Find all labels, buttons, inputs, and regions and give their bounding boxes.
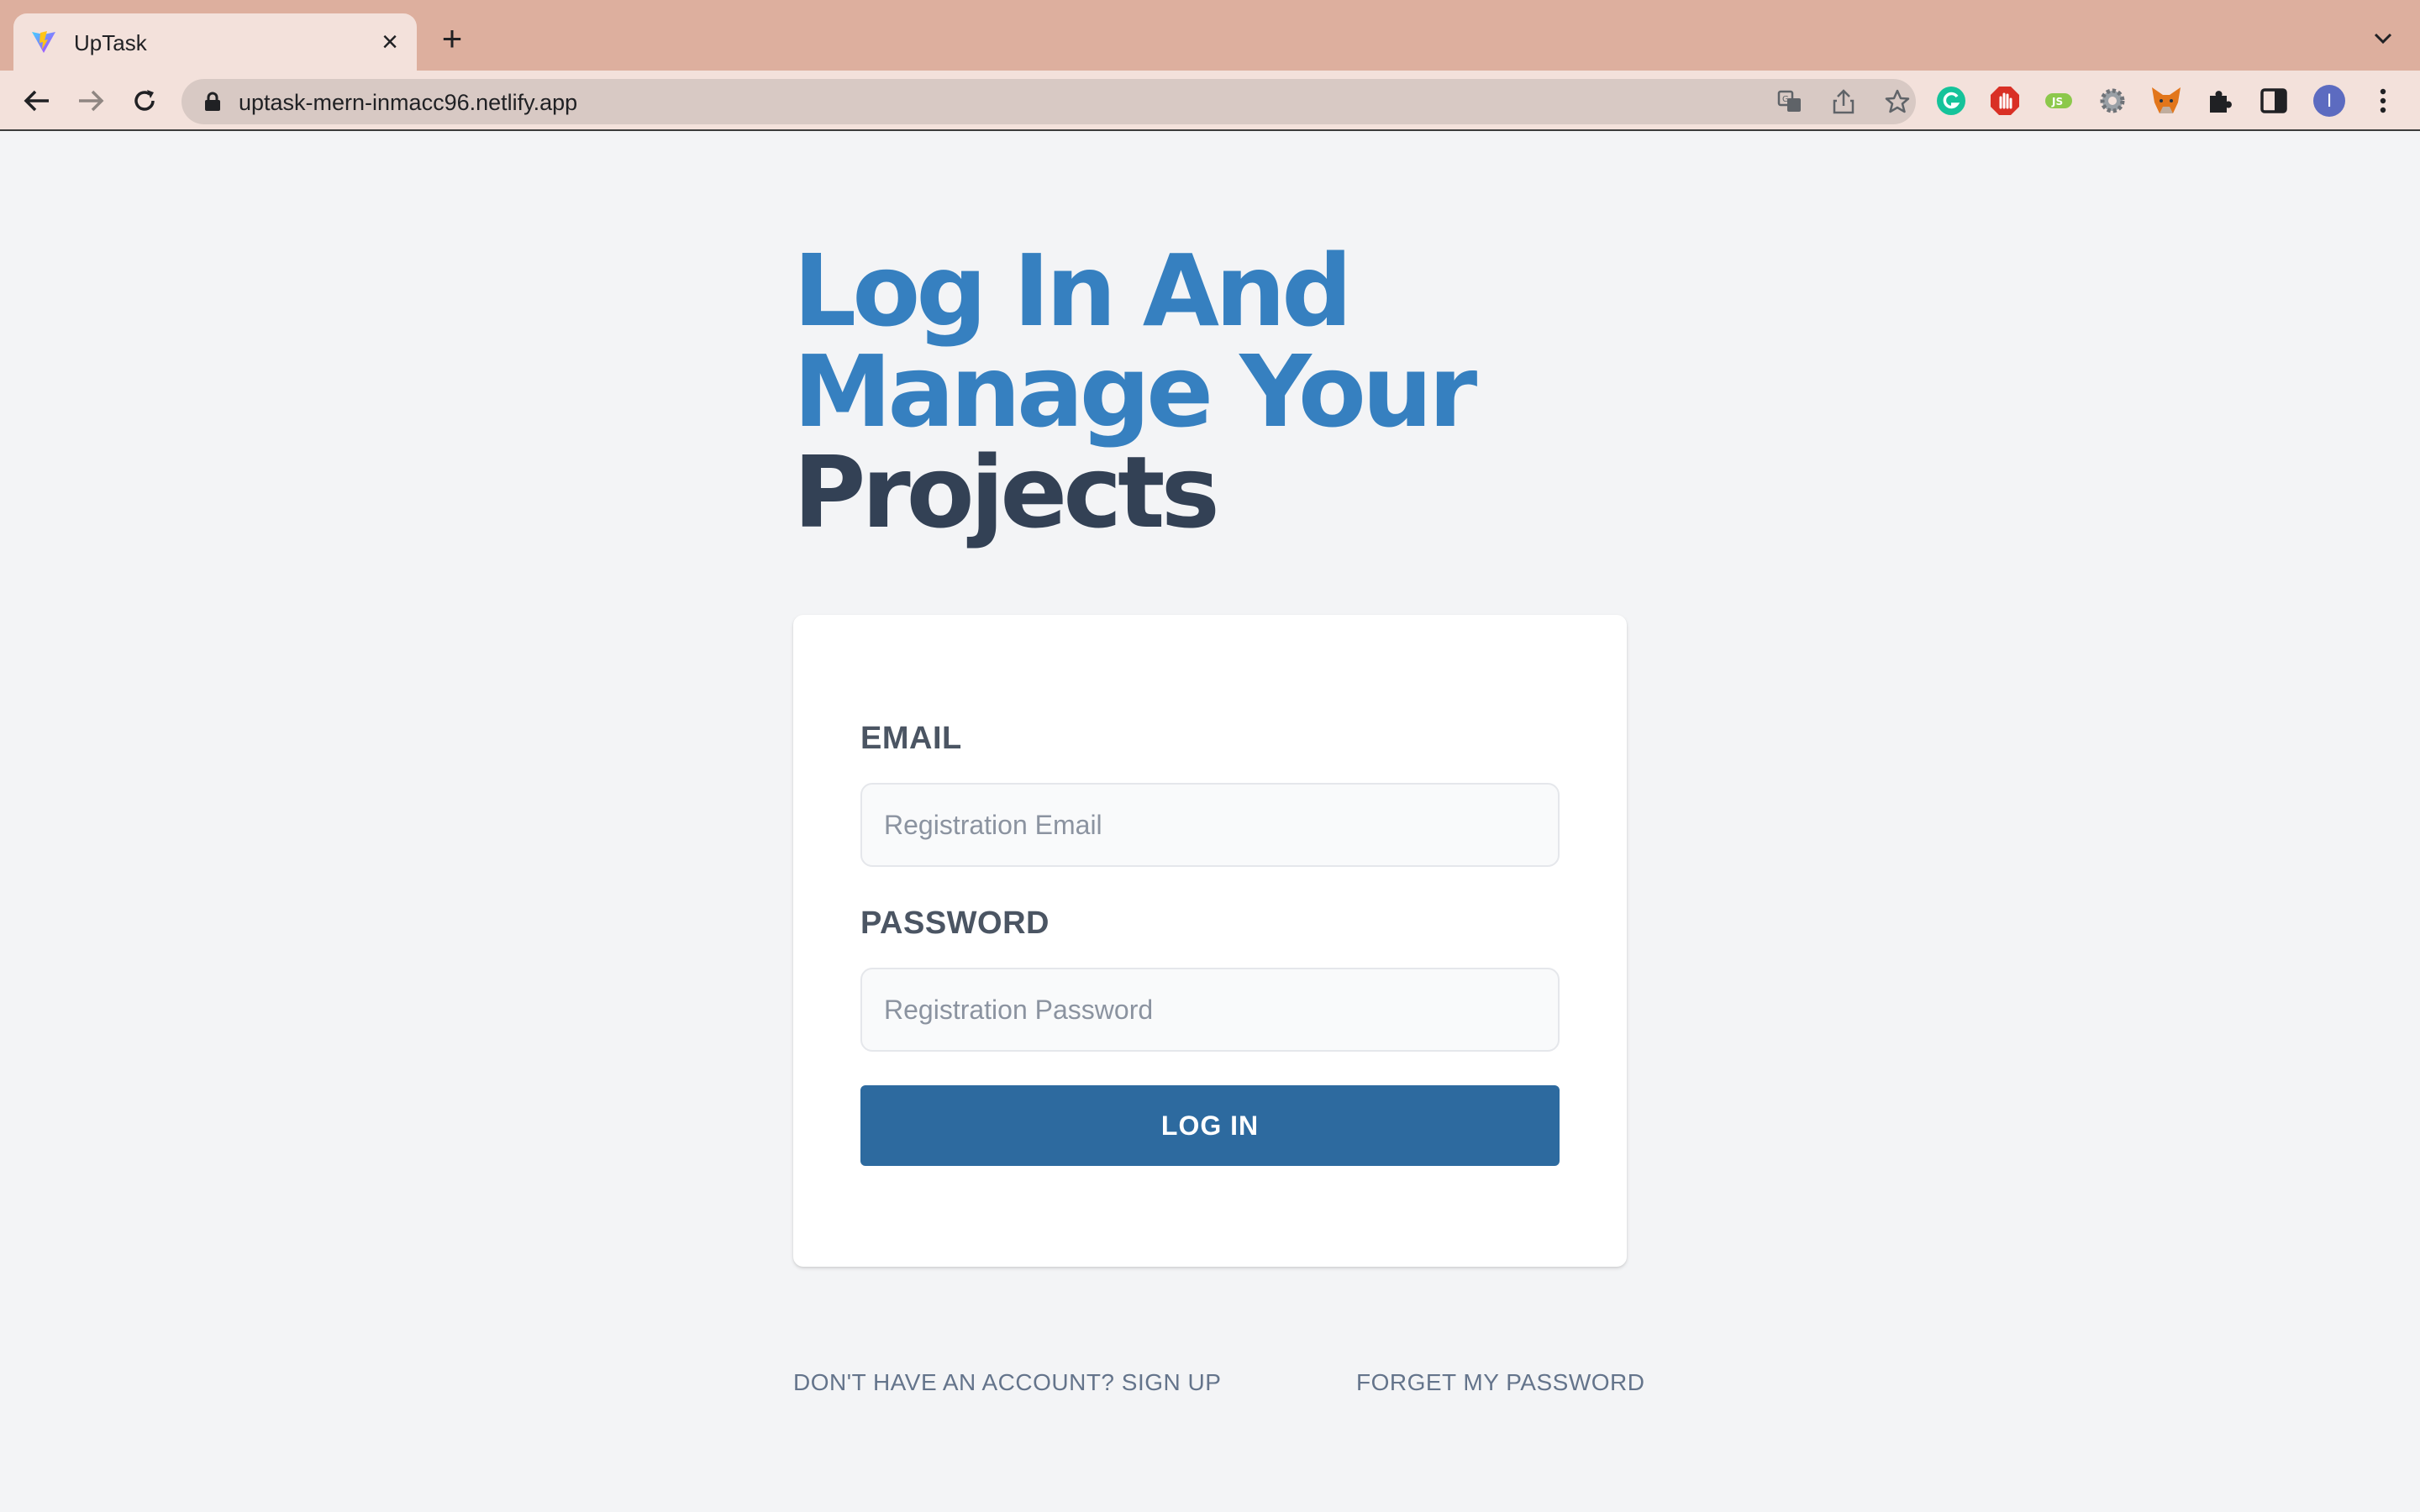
nodejs-extension-icon[interactable]: JS	[2042, 84, 2075, 118]
headline-line-1: Log In And	[793, 233, 1353, 349]
browser-toolbar: uptask-mern-inmacc96.netlify.app G JS I	[0, 71, 2420, 131]
vite-favicon-icon	[32, 31, 55, 53]
settings-gear-extension-icon[interactable]	[2096, 84, 2129, 118]
email-field[interactable]	[860, 783, 1560, 867]
browser-menu-kebab-icon[interactable]	[2366, 84, 2400, 118]
metamask-fox-icon[interactable]	[2149, 84, 2183, 118]
svg-text:G: G	[1782, 95, 1789, 104]
translate-icon[interactable]: G	[1775, 87, 1805, 117]
svg-text:JS: JS	[2051, 96, 2063, 108]
extensions-puzzle-icon[interactable]	[2203, 84, 2237, 118]
share-icon[interactable]	[1828, 87, 1859, 117]
forgot-password-link[interactable]: FORGET MY PASSWORD	[1356, 1369, 1644, 1396]
headline-line-2: Manage Your	[793, 333, 1477, 449]
page-headline: Log In And Manage Your Projects	[793, 240, 1549, 543]
email-label: EMAIL	[860, 721, 962, 756]
login-form-card: EMAIL PASSWORD LOG IN	[793, 615, 1627, 1267]
adblock-extension-icon[interactable]	[1988, 84, 2022, 118]
tab-title: UpTask	[74, 30, 147, 55]
browser-tab[interactable]: UpTask ×	[13, 13, 417, 71]
side-panel-icon[interactable]	[2257, 84, 2291, 118]
signup-link[interactable]: DON'T HAVE AN ACCOUNT? SIGN UP	[793, 1369, 1221, 1396]
profile-initial: I	[2326, 90, 2333, 111]
bookmark-star-icon[interactable]	[1882, 87, 1912, 117]
url-text: uptask-mern-inmacc96.netlify.app	[239, 90, 578, 115]
tab-strip: UpTask × +	[0, 0, 2420, 71]
login-button[interactable]: LOG IN	[860, 1085, 1560, 1166]
headline-line-3: Projects	[793, 434, 1220, 550]
tab-close-icon[interactable]: ×	[375, 27, 405, 57]
reload-icon[interactable]	[126, 82, 163, 119]
grammarly-extension-icon[interactable]	[1934, 84, 1968, 118]
profile-avatar[interactable]: I	[2312, 84, 2346, 118]
lock-icon	[205, 92, 220, 111]
back-arrow-icon[interactable]	[18, 82, 55, 119]
password-field[interactable]	[860, 968, 1560, 1052]
tab-search-chevron-icon[interactable]	[2368, 24, 2398, 54]
forward-arrow-icon[interactable]	[72, 82, 109, 119]
address-bar[interactable]: uptask-mern-inmacc96.netlify.app G	[182, 79, 1916, 124]
password-label: PASSWORD	[860, 906, 1050, 941]
new-tab-icon[interactable]: +	[435, 21, 469, 56]
